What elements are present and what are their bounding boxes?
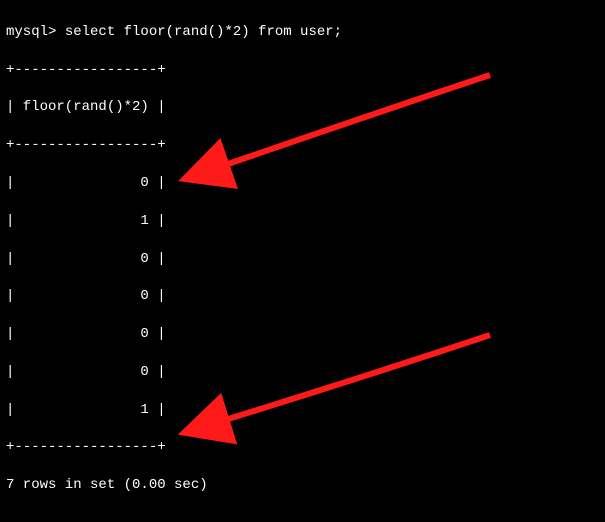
- q1-row: | 1 |: [6, 212, 599, 231]
- mysql-prompt: mysql>: [6, 24, 65, 40]
- q1-row: | 0 |: [6, 250, 599, 269]
- q1-header: | floor(rand()*2) |: [6, 98, 599, 117]
- q1-row: | 0 |: [6, 325, 599, 344]
- q1-row: | 0 |: [6, 363, 599, 382]
- terminal-output: mysql> select floor(rand()*2) from user;…: [0, 0, 605, 522]
- q1-row: | 0 |: [6, 174, 599, 193]
- q1-row: | 1 |: [6, 401, 599, 420]
- q1-border-bot: +-----------------+: [6, 438, 599, 457]
- q1-border-top: +-----------------+: [6, 61, 599, 80]
- q1-row: | 0 |: [6, 287, 599, 306]
- sql-command-1: select floor(rand()*2) from user;: [65, 24, 342, 40]
- q1-status: 7 rows in set (0.00 sec): [6, 476, 599, 495]
- q1-border-mid: +-----------------+: [6, 136, 599, 155]
